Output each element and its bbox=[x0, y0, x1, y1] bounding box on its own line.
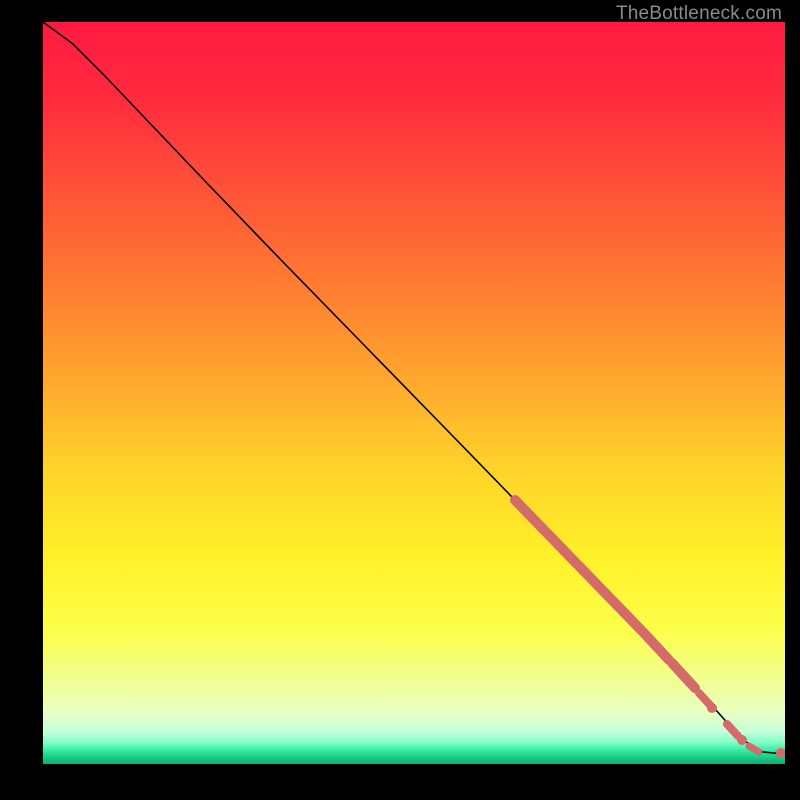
highlight-segment bbox=[727, 724, 738, 736]
highlight-segment bbox=[579, 566, 609, 597]
chart-overlay bbox=[43, 22, 785, 764]
highlight-segment bbox=[547, 533, 577, 564]
highlight-dot bbox=[707, 703, 717, 713]
highlight-segment bbox=[611, 599, 641, 630]
plot-area bbox=[43, 22, 785, 764]
highlight-segment bbox=[672, 663, 695, 688]
highlight-dot bbox=[776, 748, 785, 758]
highlight-segment bbox=[749, 746, 759, 752]
highlight-segment bbox=[643, 632, 669, 660]
highlight-segment bbox=[515, 500, 545, 531]
highlight-segments bbox=[515, 500, 759, 752]
highlight-dot bbox=[737, 735, 747, 745]
highlight-dots bbox=[707, 703, 785, 758]
trend-line bbox=[43, 22, 785, 754]
